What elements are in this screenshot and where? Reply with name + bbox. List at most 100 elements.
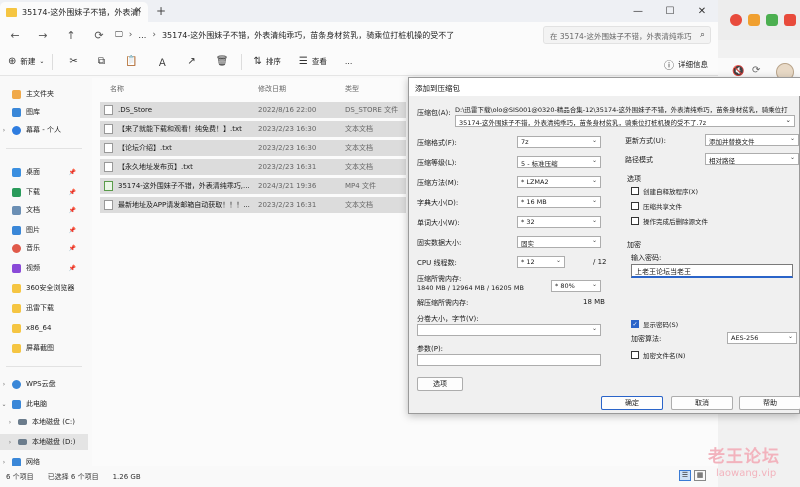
options-button[interactable]: 选项 xyxy=(417,377,463,391)
password-label: 输入密码: xyxy=(631,254,662,262)
delete-icon[interactable]: 🗑 xyxy=(216,56,229,67)
monitor-icon[interactable]: 🖵 xyxy=(115,30,123,40)
copy-icon[interactable]: ⧉ xyxy=(98,56,105,67)
update-mode-select[interactable]: 添加并替换文件 ⌄ xyxy=(705,134,799,146)
maximize-button[interactable]: ☐ xyxy=(654,0,686,22)
decompress-memory-value: 18 MB xyxy=(583,298,605,306)
forward-icon[interactable]: → xyxy=(32,29,54,42)
details-button[interactable]: ⓘ 详细信息 xyxy=(664,57,708,72)
search-input[interactable]: 在 35174-这外围妹子不错，外表清纯乖巧 ⌕ xyxy=(543,26,711,44)
chevron-down-icon: ⌄ xyxy=(591,137,597,144)
archive-name-field[interactable]: 35174-这外围妹子不错，外表清纯乖巧，苗条身材贫乳，骑乘位打桩机操的受不了.… xyxy=(455,115,795,127)
password-input[interactable]: 上老王论坛当老王 xyxy=(631,264,793,278)
table-row[interactable]: 【永久地址发布页】.txt 2023/2/23 16:31 文本文档 xyxy=(100,159,406,175)
solid-size-label: 固实数据大小: xyxy=(417,239,462,247)
minimize-button[interactable]: — xyxy=(622,0,654,22)
sidebar-item-desktop[interactable]: 桌面 📌 xyxy=(0,164,88,180)
table-row[interactable]: 35174-这外围妹子不错，外表清纯乖巧,... 2024/3/21 19:36… xyxy=(100,178,406,194)
sidebar-item-videos[interactable]: 视频 📌 xyxy=(0,260,88,276)
back-icon[interactable]: ← xyxy=(4,29,26,42)
more-options-icon[interactable]: … xyxy=(345,57,353,66)
encryption-method-select[interactable]: AES-256 ⌄ xyxy=(727,332,797,344)
encrypt-filenames-checkbox[interactable]: 加密文件名(N) xyxy=(631,350,685,360)
cut-icon[interactable]: ✂ xyxy=(69,56,77,67)
path-mode-select[interactable]: 相对路径 ⌄ xyxy=(705,153,799,165)
refresh-icon[interactable]: ⟳ xyxy=(88,29,110,42)
file-name: 35174-这外围妹子不错，外表清纯乖巧,... xyxy=(118,182,250,190)
refresh-icon[interactable]: ⟳ xyxy=(752,65,760,76)
memory-percent-select[interactable]: * 80% ⌄ xyxy=(551,280,601,292)
table-row[interactable]: 【来了就能下载和观看！纯免费！】.txt 2023/2/23 16:30 文本文… xyxy=(100,121,406,137)
sort-button[interactable]: ⇅ 排序 xyxy=(254,56,281,67)
column-header-type[interactable]: 类型 xyxy=(345,84,359,94)
solid-size-select[interactable]: 固实 ⌄ xyxy=(517,236,601,248)
table-row[interactable]: 【论坛介绍】.txt 2023/2/23 16:30 文本文档 xyxy=(100,140,406,156)
column-header-name[interactable]: 名称 xyxy=(110,84,124,94)
title-bar: 35174-这外围妹子不错，外表清纯乖巧，苗条身材贫乳，骑乘位打桩机操的受不了 … xyxy=(0,0,718,22)
view-button[interactable]: ☰ 查看 xyxy=(299,56,327,67)
new-tab-button[interactable]: + xyxy=(156,4,166,18)
folder-icon xyxy=(12,283,21,293)
sidebar-item-label: 本地磁盘 (D:) xyxy=(32,438,76,446)
sidebar-item-downloads[interactable]: 下载 📌 xyxy=(0,184,88,200)
archive-label: 压缩包(A): xyxy=(417,109,451,117)
close-tab-icon[interactable]: ✕ xyxy=(134,6,142,16)
sidebar-item-pictures[interactable]: 图片 📌 xyxy=(0,222,88,238)
extension-icon[interactable] xyxy=(766,14,778,26)
extension-icon[interactable] xyxy=(784,14,796,26)
split-volume-select[interactable]: ⌄ xyxy=(417,324,601,336)
close-window-button[interactable]: ✕ xyxy=(686,0,718,22)
chevron-down-icon[interactable]: ⌄ xyxy=(786,116,791,124)
memory-value: 1840 MB / 12964 MB / 16205 MB xyxy=(417,284,524,292)
sidebar-item-screenshots[interactable]: 屏幕截图 xyxy=(0,340,88,356)
folder-tab[interactable]: 35174-这外围妹子不错，外表清纯乖巧，苗条身材贫乳，骑乘位打桩机操的受不了 … xyxy=(0,2,148,22)
ok-button[interactable]: 确定 xyxy=(601,396,663,410)
path-more-icon[interactable]: … xyxy=(138,31,146,40)
rename-icon[interactable]: Ａ xyxy=(157,54,167,69)
dictionary-select[interactable]: * 16 MB ⌄ xyxy=(517,196,601,208)
compress-shared-checkbox[interactable]: 压缩共享文件 xyxy=(631,201,682,211)
share-icon[interactable]: ↗ xyxy=(187,56,195,67)
new-button[interactable]: ⊕ 新建 ⌄ xyxy=(8,56,44,67)
search-icon[interactable]: ⌕ xyxy=(700,30,705,40)
sidebar-item-wps-cloud[interactable]: › WPS云盘 xyxy=(0,376,88,392)
table-row[interactable]: .DS_Store 2022/8/16 22:00 DS_STORE 文件 xyxy=(100,102,406,118)
up-icon[interactable]: ↑ xyxy=(60,29,82,42)
column-header-date[interactable]: 修改日期 xyxy=(258,84,286,94)
delete-after-checkbox[interactable]: 操作完成后删除源文件 xyxy=(631,216,708,226)
paste-icon[interactable]: 📋 xyxy=(125,56,137,67)
chevron-down-icon: ⌄ xyxy=(591,325,597,332)
create-sfx-checkbox[interactable]: 创建自释放程序(X) xyxy=(631,186,698,196)
sidebar-item-documents[interactable]: 文档 📌 xyxy=(0,202,88,218)
sidebar-item-home[interactable]: 主文件夹 xyxy=(0,86,88,102)
browser-toolbar xyxy=(718,0,800,40)
threads-select[interactable]: * 12 ⌄ xyxy=(517,256,565,268)
breadcrumb[interactable]: 🖵 › … › 35174-这外围妹子不错，外表清纯乖巧，苗条身材贫乳，骑乘位打… xyxy=(115,26,535,44)
extension-icon[interactable] xyxy=(748,14,760,26)
pin-icon: 📌 xyxy=(68,188,76,196)
level-select[interactable]: 5 - 标准压缩 ⌄ xyxy=(517,156,601,168)
show-password-checkbox[interactable]: ✓ 显示密码(S) xyxy=(631,319,678,329)
sidebar-item-this-pc[interactable]: ⌄ 此电脑 xyxy=(0,396,88,412)
table-row[interactable]: 最新地址及APP请发邮箱自动获取！！！... 2023/2/23 16:31 文… xyxy=(100,197,406,213)
mute-icon[interactable]: 🔇 xyxy=(732,66,744,77)
sidebar-item-x86[interactable]: x86_64 xyxy=(0,320,88,336)
sidebar-item-drive-c[interactable]: › 本地磁盘 (C:) xyxy=(0,414,88,430)
format-select[interactable]: 7z ⌄ xyxy=(517,136,601,148)
parameters-input[interactable] xyxy=(417,354,601,366)
sidebar-item-360browser[interactable]: 360安全浏览器 xyxy=(0,280,88,296)
method-select[interactable]: * LZMA2 ⌄ xyxy=(517,176,601,188)
help-button[interactable]: 帮助 xyxy=(739,396,800,410)
memory-percent-value: * 80% xyxy=(555,282,575,290)
cancel-button[interactable]: 取消 xyxy=(671,396,733,410)
word-size-select[interactable]: * 32 ⌄ xyxy=(517,216,601,228)
sidebar-item-onedrive[interactable]: › 幕幕 - 个人 xyxy=(0,122,88,138)
extension-icon[interactable] xyxy=(730,14,742,26)
sidebar-item-gallery[interactable]: 图库 xyxy=(0,104,88,120)
sidebar-item-drive-d[interactable]: › 本地磁盘 (D:) xyxy=(0,434,88,450)
selected-count: 已选择 6 个项目 xyxy=(47,472,99,481)
sidebar-item-xunlei[interactable]: 迅雷下载 xyxy=(0,300,88,316)
current-folder-path[interactable]: 35174-这外围妹子不错，外表清纯乖巧，苗条身材贫乳，骑乘位打桩机操的受不了 xyxy=(162,30,454,41)
format-value: 7z xyxy=(521,138,529,146)
sidebar-item-music[interactable]: 音乐 📌 xyxy=(0,240,88,256)
